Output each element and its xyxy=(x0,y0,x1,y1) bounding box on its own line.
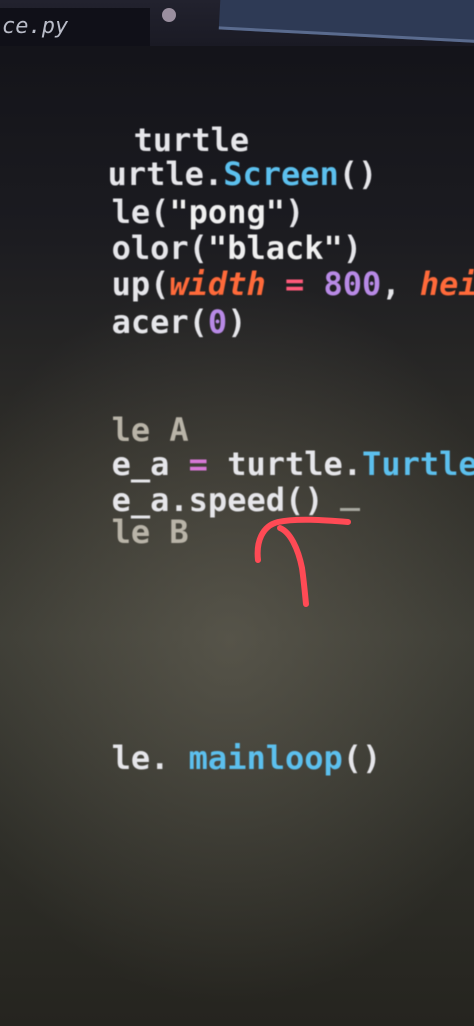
code-token: height xyxy=(419,265,474,303)
code-line: turtle xyxy=(18,88,250,158)
code-line: le. mainloop() xyxy=(0,706,382,776)
code-line: olor("black") xyxy=(0,196,362,266)
hand-drawn-arrow-icon xyxy=(254,516,351,607)
code-token: , xyxy=(381,265,420,303)
tab-file[interactable]: ce.py xyxy=(0,8,150,46)
code-line: urtle.Screen() xyxy=(0,122,378,192)
code-editor[interactable]: turtle urtle.Screen() le("pong") olor("b… xyxy=(0,80,474,920)
code-token: le B xyxy=(111,513,189,551)
code-token: mainloop xyxy=(188,739,343,777)
code-token: 0 xyxy=(207,303,228,341)
code-line: e_a.speed() xyxy=(0,448,360,518)
code-line: up(width = 800, height xyxy=(0,232,474,302)
code-token: Turtle xyxy=(362,445,474,483)
code-token: () xyxy=(342,739,382,777)
code-token: 800 xyxy=(323,265,382,303)
code-line: le("pong") xyxy=(0,160,305,230)
code-token: acer( xyxy=(111,303,208,341)
editor-screen: ce.py turtle urtle.Screen() le("pong") o… xyxy=(0,0,474,1026)
code-line: le B xyxy=(0,480,189,550)
unsaved-dot-icon xyxy=(162,8,176,22)
code-token: le. xyxy=(111,739,189,777)
tab-filename: ce.py xyxy=(2,14,69,39)
code-token: () xyxy=(338,155,378,193)
code-token: ) xyxy=(227,303,247,341)
code-line: acer(0) xyxy=(0,270,247,340)
code-line: le A xyxy=(0,378,189,448)
code-token: = xyxy=(265,265,324,303)
code-line: e_a = turtle.Turtle() xyxy=(0,412,474,482)
text-cursor xyxy=(339,508,360,511)
